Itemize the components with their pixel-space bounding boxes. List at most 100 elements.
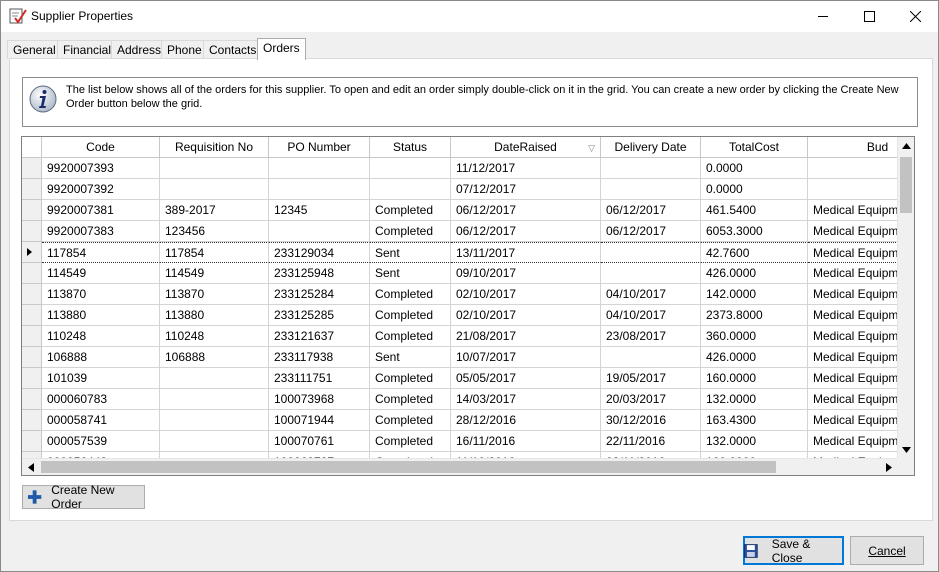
table-cell[interactable]: 426.0000: [701, 347, 808, 368]
vertical-scroll-thumb[interactable]: [900, 157, 912, 213]
row-header[interactable]: [22, 347, 42, 368]
table-cell[interactable]: 05/05/2017: [451, 368, 601, 389]
table-cell[interactable]: 10/07/2017: [451, 347, 601, 368]
row-header[interactable]: [22, 431, 42, 452]
row-header[interactable]: [22, 158, 42, 179]
table-cell[interactable]: Completed: [370, 431, 451, 452]
table-cell[interactable]: 28/12/2016: [451, 410, 601, 431]
table-cell[interactable]: 9920007393: [42, 158, 160, 179]
table-cell[interactable]: 19/05/2017: [601, 368, 701, 389]
table-cell[interactable]: 14/03/2017: [451, 389, 601, 410]
tab-contacts[interactable]: Contacts: [203, 40, 263, 59]
table-cell[interactable]: 113880: [42, 305, 160, 326]
table-cell[interactable]: Completed: [370, 389, 451, 410]
column-header-code[interactable]: Code: [42, 137, 160, 158]
row-header[interactable]: [22, 410, 42, 431]
table-cell[interactable]: Completed: [370, 284, 451, 305]
table-cell[interactable]: 000060783: [42, 389, 160, 410]
table-cell[interactable]: 0.0000: [701, 158, 808, 179]
scroll-down-button[interactable]: [898, 441, 914, 458]
table-cell[interactable]: 233125948: [269, 263, 370, 284]
table-cell[interactable]: 06/12/2017: [601, 200, 701, 221]
table-cell[interactable]: 9920007392: [42, 179, 160, 200]
row-header[interactable]: [22, 179, 42, 200]
column-header-dateraised[interactable]: DateRaised ▽: [451, 137, 601, 158]
table-cell[interactable]: 132.0000: [701, 431, 808, 452]
minimize-button[interactable]: [800, 1, 846, 31]
table-cell[interactable]: 30/12/2016: [601, 410, 701, 431]
table-cell[interactable]: [601, 263, 701, 284]
column-header-requisition-no[interactable]: Requisition No: [160, 137, 269, 158]
column-header-totalcost[interactable]: TotalCost: [701, 137, 808, 158]
scroll-left-button[interactable]: [22, 459, 39, 475]
table-cell[interactable]: [601, 347, 701, 368]
row-header[interactable]: [22, 221, 42, 242]
table-cell[interactable]: 000057539: [42, 431, 160, 452]
row-header[interactable]: [22, 200, 42, 221]
table-row[interactable]: 113870 113870 233125284 Completed 02/10/2017…: [22, 284, 914, 305]
table-cell[interactable]: [269, 221, 370, 242]
tab-orders[interactable]: Orders: [257, 38, 306, 60]
table-cell[interactable]: Completed: [370, 326, 451, 347]
title-bar[interactable]: Supplier Properties: [1, 1, 938, 32]
table-cell[interactable]: [601, 242, 701, 263]
table-cell[interactable]: 233121637: [269, 326, 370, 347]
table-cell[interactable]: 389-2017: [160, 200, 269, 221]
table-cell[interactable]: 06/12/2017: [451, 200, 601, 221]
row-header[interactable]: [22, 326, 42, 347]
table-cell[interactable]: 114549: [42, 263, 160, 284]
column-header-status[interactable]: Status: [370, 137, 451, 158]
table-cell[interactable]: 163.4300: [701, 410, 808, 431]
table-cell[interactable]: 233111751: [269, 368, 370, 389]
table-cell[interactable]: Completed: [370, 368, 451, 389]
row-header[interactable]: [22, 368, 42, 389]
close-button[interactable]: [892, 1, 938, 31]
table-cell[interactable]: 000058741: [42, 410, 160, 431]
table-cell[interactable]: 06/12/2017: [451, 221, 601, 242]
table-cell[interactable]: 09/10/2017: [451, 263, 601, 284]
create-new-order-button[interactable]: Create New Order: [22, 483, 145, 511]
table-cell[interactable]: 233125284: [269, 284, 370, 305]
table-cell[interactable]: 113880: [160, 305, 269, 326]
table-cell[interactable]: 101039: [42, 368, 160, 389]
table-cell[interactable]: 20/03/2017: [601, 389, 701, 410]
save-close-button[interactable]: Save & Close: [743, 536, 844, 565]
table-cell[interactable]: 23/08/2017: [601, 326, 701, 347]
table-cell[interactable]: 04/10/2017: [601, 305, 701, 326]
horizontal-scroll-thumb[interactable]: [41, 461, 776, 473]
tab-phone[interactable]: Phone: [161, 40, 208, 59]
table-cell[interactable]: 100071944: [269, 410, 370, 431]
table-cell[interactable]: 0.0000: [701, 179, 808, 200]
table-cell[interactable]: [160, 368, 269, 389]
table-cell[interactable]: 04/10/2017: [601, 284, 701, 305]
table-cell[interactable]: 106888: [160, 347, 269, 368]
row-header[interactable]: [22, 284, 42, 305]
table-cell[interactable]: Sent: [370, 263, 451, 284]
table-cell[interactable]: [160, 179, 269, 200]
table-cell[interactable]: 06/12/2017: [601, 221, 701, 242]
table-cell[interactable]: 110248: [42, 326, 160, 347]
table-row[interactable]: 9920007392 07/12/2017 0.0000: [22, 179, 914, 200]
tab-general[interactable]: General: [7, 40, 62, 59]
row-header[interactable]: [22, 305, 42, 326]
table-row[interactable]: 9920007383 123456 Completed 06/12/2017 06/12…: [22, 221, 914, 242]
table-cell[interactable]: [370, 158, 451, 179]
table-cell[interactable]: 117854: [42, 242, 160, 263]
table-cell[interactable]: 42.7600: [701, 242, 808, 263]
maximize-button[interactable]: [846, 1, 892, 31]
horizontal-scrollbar[interactable]: [22, 458, 897, 475]
table-cell[interactable]: 12345: [269, 200, 370, 221]
table-cell[interactable]: [370, 179, 451, 200]
table-row[interactable]: 9920007381 389-2017 12345 Completed 06/12/20…: [22, 200, 914, 221]
tab-address[interactable]: Address: [111, 40, 168, 59]
table-cell[interactable]: Completed: [370, 305, 451, 326]
scroll-up-button[interactable]: [898, 137, 914, 154]
row-header[interactable]: [22, 389, 42, 410]
table-cell[interactable]: 100070761: [269, 431, 370, 452]
table-row[interactable]: 114549 114549 233125948 Sent 09/10/2017 426.0…: [22, 263, 914, 284]
table-cell[interactable]: 02/10/2017: [451, 284, 601, 305]
column-header-delivery-date[interactable]: Delivery Date: [601, 137, 701, 158]
column-header-po-number[interactable]: PO Number: [269, 137, 370, 158]
table-cell[interactable]: 123456: [160, 221, 269, 242]
table-row[interactable]: 117854 117854 233129034 Sent 13/11/2017 42.76…: [22, 242, 914, 263]
